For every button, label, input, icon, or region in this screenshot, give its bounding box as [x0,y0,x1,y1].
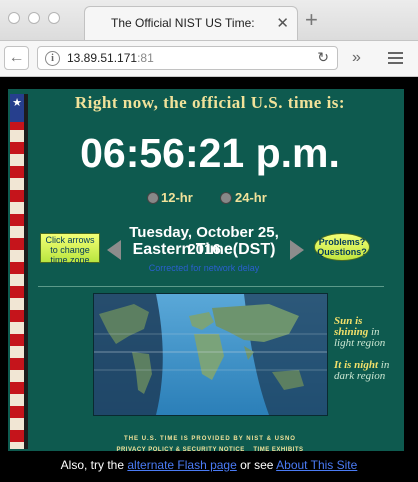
change-time-zone-button[interactable]: Click arrows to change time zone [40,233,100,265]
time-format-selector: 12-hr 24-hr [147,190,347,206]
minimize-window-button[interactable] [28,12,40,24]
reload-icon[interactable]: ↻ [317,49,329,66]
day-night-map [93,293,328,416]
browser-tab[interactable]: The Official NIST US Time: ✕ [84,6,298,40]
alternate-flash-link[interactable]: alternate Flash page [127,458,236,472]
url-text[interactable]: 13.89.51.171:81 [67,51,154,65]
world-map-graphic [94,294,327,415]
maximize-window-button[interactable] [48,12,60,24]
back-button[interactable]: ← [4,46,29,70]
info-icon[interactable]: i [45,51,60,66]
flag-stripes [10,94,24,449]
next-zone-arrow-icon[interactable] [290,240,304,260]
problems-questions-button[interactable]: Problems? Questions? [314,233,370,261]
hamburger-menu-icon[interactable] [388,52,403,67]
flag-pole [24,94,28,449]
also-try-line: Also, try the alternate Flash page or se… [60,458,358,472]
new-tab-button[interactable]: + [305,9,318,31]
map-legend: Sun is shining in light region It is nig… [334,316,394,382]
radio-24hr[interactable] [220,192,232,204]
time-display: 06:56:21 p.m. [80,130,340,176]
corrected-note: Corrected for network delay [148,263,260,273]
time-exhibits-link[interactable]: TIME EXHIBITS [253,447,303,453]
tab-title: The Official NIST US Time: [111,16,255,30]
browser-toolbar: ← i 13.89.51.171:81 ↻ » [0,41,418,77]
about-site-link[interactable]: About This Site [276,458,357,472]
page-headline: Right now, the official U.S. time is: [74,93,346,112]
close-window-button[interactable] [8,12,20,24]
provided-by-text: THE U.S. TIME IS PROVIDED BY NIST & USNO [124,436,296,442]
close-icon[interactable]: ✕ [276,14,289,32]
radio-12hr-label[interactable]: 12-hr [161,190,193,205]
time-zone-display: Eastern Time(DST) [132,241,276,258]
overflow-chevron-icon[interactable]: » [352,49,361,67]
radio-12hr[interactable] [147,192,159,204]
flag-star-icon: ★ [10,94,24,122]
legend-day-strong: Sun is shining [334,315,369,338]
radio-24hr-label[interactable]: 24-hr [235,190,267,205]
privacy-policy-link[interactable]: PRIVACY POLICY & SECURITY NOTICE [116,447,244,453]
footer-links: PRIVACY POLICY & SECURITY NOTICE TIME EX… [40,447,380,453]
address-bar[interactable]: i 13.89.51.171:81 ↻ [37,46,338,70]
browser-titlebar: The Official NIST US Time: ✕ + [0,0,418,41]
divider [38,286,384,287]
